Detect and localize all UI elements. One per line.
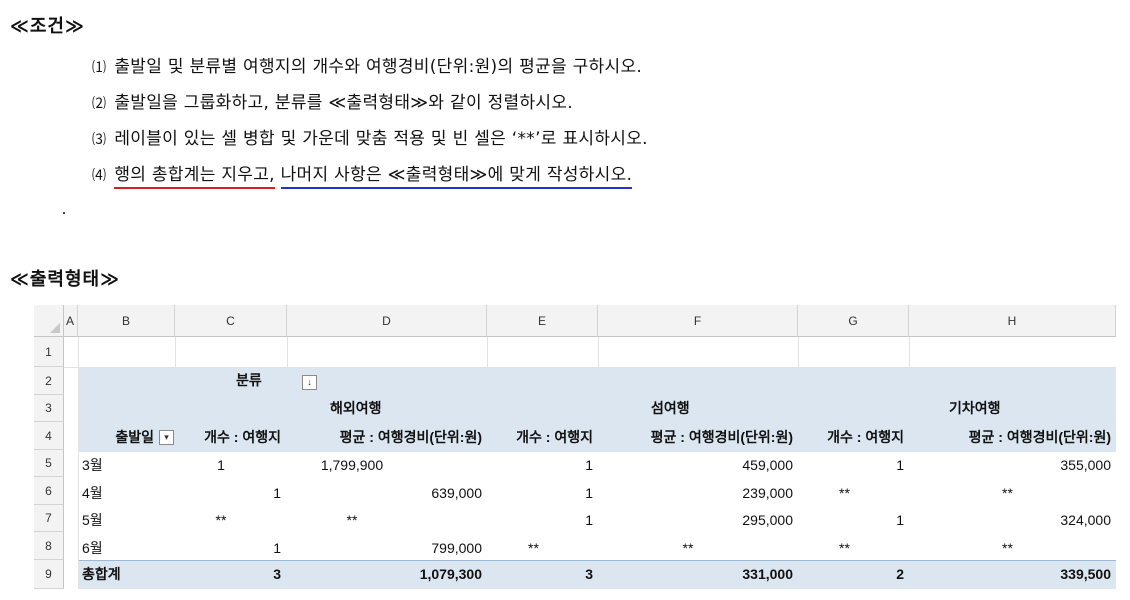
- cell-empty: **: [1002, 485, 1013, 501]
- cell-avg: 324,000: [1060, 512, 1111, 528]
- row-header-3[interactable]: 3: [34, 395, 64, 422]
- cell-empty: **: [1002, 540, 1013, 556]
- row-label-june: 6월: [82, 540, 103, 556]
- cell-count: 1: [585, 512, 593, 528]
- cell-count: 1: [896, 512, 904, 528]
- pivot-table: 분류 ↓ 해외여행 섬여행 기차여행 출발일 ▾ 개수 : 여행지 평균 : 여…: [64, 337, 1116, 589]
- column-header-d[interactable]: D: [287, 305, 487, 337]
- row-label-may: 5월: [82, 512, 103, 528]
- total-avg: 331,000: [742, 566, 793, 582]
- stray-dot: [63, 212, 65, 214]
- column-header-e[interactable]: E: [487, 305, 598, 337]
- avg-header: 평균 : 여행경비(단위:원): [650, 429, 793, 445]
- condition-number: ⑶: [92, 132, 107, 148]
- column-header-c[interactable]: C: [175, 305, 287, 337]
- column-header-a[interactable]: A: [64, 305, 78, 337]
- row-header-2[interactable]: 2: [34, 367, 64, 395]
- row-header-4[interactable]: 4: [34, 422, 64, 450]
- chevron-down-icon: ▾: [164, 432, 169, 442]
- condition-2: ⑵ 출발일을 그룹화하고, 분류를 ≪출력형태≫와 같이 정렬하시오.: [92, 88, 573, 113]
- cell-avg: 459,000: [742, 457, 793, 473]
- column-header-g[interactable]: G: [798, 305, 909, 337]
- count-header: 개수 : 여행지: [827, 429, 904, 445]
- group-header-train: 기차여행: [949, 400, 1001, 416]
- condition-text: 레이블이 있는 셀 병합 및 가운데 맞춤 적용 및 빈 셀은 ‘**’로 표시…: [114, 129, 648, 149]
- cell-empty: **: [839, 540, 850, 556]
- cell-count: 1: [896, 457, 904, 473]
- cell-avg: 239,000: [742, 485, 793, 501]
- row-header-8[interactable]: 8: [34, 532, 64, 560]
- column-header-b[interactable]: B: [78, 305, 175, 337]
- row-header-9[interactable]: 9: [34, 560, 64, 589]
- row-header-1[interactable]: 1: [34, 337, 64, 367]
- row-label-march: 3월: [82, 457, 103, 473]
- category-filter-button[interactable]: ↓: [302, 375, 317, 390]
- condition-number: ⑷: [92, 168, 107, 184]
- condition-number: ⑵: [92, 96, 107, 112]
- row-filter-button[interactable]: ▾: [159, 430, 174, 445]
- cell-count: 1: [273, 540, 281, 556]
- condition-number: ⑴: [92, 60, 107, 76]
- conditions-header: ≪조건≫: [10, 16, 85, 37]
- condition-4: ⑷ 행의 총합계는 지우고, 나머지 사항은 ≪출력형태≫에 맞게 작성하시오.: [92, 160, 633, 189]
- cell-count: 1: [585, 457, 593, 473]
- condition-3: ⑶ 레이블이 있는 셀 병합 및 가운데 맞춤 적용 및 빈 셀은 ‘**’로 표…: [92, 124, 648, 149]
- total-count: 3: [273, 566, 281, 582]
- condition-text-red-underlined: 행의 총합계는 지우고,: [114, 165, 275, 189]
- total-label: 총합계: [82, 566, 121, 582]
- cell-empty: **: [215, 512, 227, 528]
- spreadsheet: A B C D E F G H 1 2 3 4 5 6 7 8 9 분류 ↓ 해…: [34, 305, 1116, 589]
- cell-avg: 295,000: [742, 512, 793, 528]
- row-label-april: 4월: [82, 485, 103, 501]
- cell-empty: **: [528, 540, 539, 556]
- row-header-5[interactable]: 5: [34, 450, 64, 477]
- cell-count: 1: [585, 485, 593, 501]
- cell-avg: 355,000: [1060, 457, 1111, 473]
- avg-header: 평균 : 여행경비(단위:원): [339, 429, 482, 445]
- cell-empty: **: [682, 540, 694, 556]
- condition-1: ⑴ 출발일 및 분류별 여행지의 개수와 여행경비(단위:원)의 평균을 구하시오…: [92, 52, 642, 77]
- total-avg: 1,079,300: [419, 566, 482, 582]
- count-header: 개수 : 여행지: [516, 429, 593, 445]
- select-all-corner[interactable]: [34, 305, 64, 337]
- cell-count: 1: [217, 457, 225, 473]
- cell-empty: **: [346, 512, 358, 528]
- output-header: ≪출력형태≫: [10, 269, 120, 290]
- total-count: 3: [585, 566, 593, 582]
- cell-avg: 799,000: [431, 540, 482, 556]
- cell-empty: **: [839, 485, 850, 501]
- count-header: 개수 : 여행지: [204, 429, 281, 445]
- filter-arrow-icon: ↓: [307, 377, 312, 387]
- group-header-island: 섬여행: [651, 400, 690, 416]
- total-count: 2: [896, 566, 904, 582]
- group-header-overseas: 해외여행: [330, 400, 382, 416]
- total-avg: 339,500: [1060, 566, 1111, 582]
- row-header-7[interactable]: 7: [34, 505, 64, 532]
- cell-count: 1: [273, 485, 281, 501]
- cell-avg: 1,799,900: [320, 457, 384, 473]
- cell-avg: 639,000: [431, 485, 482, 501]
- row-field-label: 출발일: [115, 429, 154, 445]
- column-header-f[interactable]: F: [598, 305, 798, 337]
- condition-text: 출발일 및 분류별 여행지의 개수와 여행경비(단위:원)의 평균을 구하시오.: [114, 57, 643, 77]
- avg-header: 평균 : 여행경비(단위:원): [968, 429, 1111, 445]
- condition-text: 출발일을 그룹화하고, 분류를 ≪출력형태≫와 같이 정렬하시오.: [114, 93, 573, 113]
- condition-text-blue-underlined: 나머지 사항은 ≪출력형태≫에 맞게 작성하시오.: [280, 165, 633, 189]
- row-header-6[interactable]: 6: [34, 477, 64, 505]
- column-header-h[interactable]: H: [909, 305, 1116, 337]
- category-field-label: 분류: [236, 372, 262, 388]
